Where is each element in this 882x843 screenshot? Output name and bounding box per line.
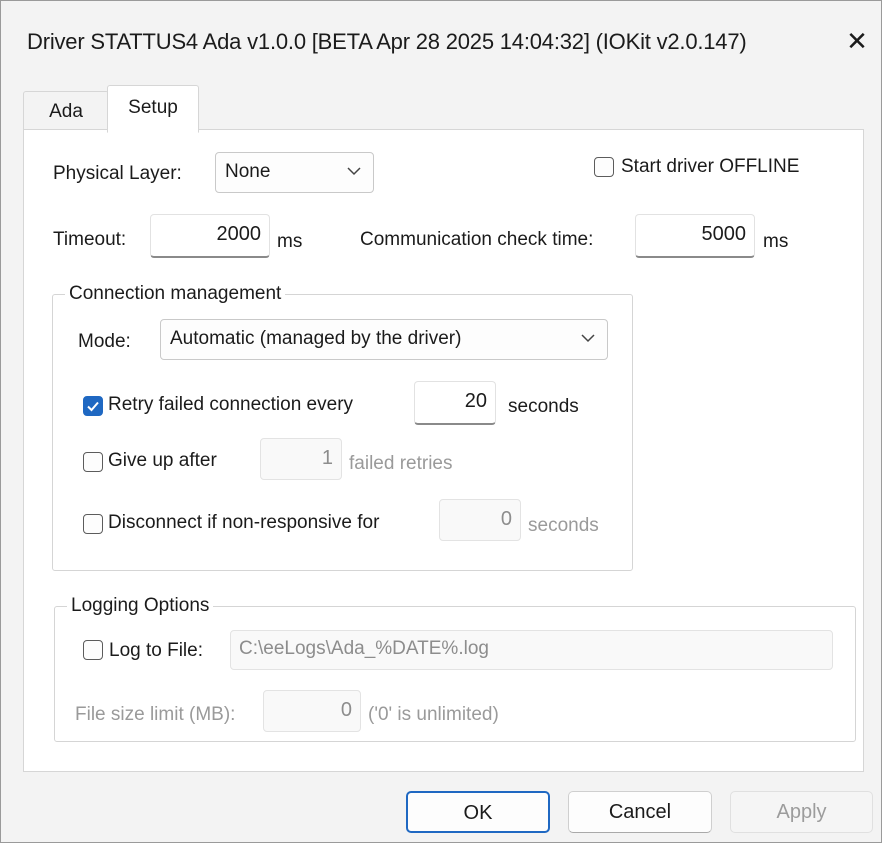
disconnect-timeout-input[interactable]: 0 [439, 499, 521, 541]
physical-layer-label: Physical Layer: [53, 163, 182, 184]
physical-layer-select[interactable]: None [215, 152, 374, 193]
disconnect-unit: seconds [528, 515, 599, 536]
checkmark-icon [87, 401, 99, 412]
timeout-label: Timeout: [53, 229, 127, 250]
timeout-unit: ms [277, 231, 303, 252]
mode-value: Automatic (managed by the driver) [170, 328, 462, 349]
file-size-limit-input[interactable]: 0 [263, 690, 361, 732]
chevron-down-icon [581, 334, 595, 343]
window-title: Driver STATTUS4 Ada v1.0.0 [BETA Apr 28 … [27, 29, 747, 54]
ok-button[interactable]: OK [406, 791, 550, 833]
setup-panel: Physical Layer: None Start driver OFFLIN… [23, 129, 864, 772]
retry-interval-input[interactable]: 20 [414, 381, 496, 425]
apply-button[interactable]: Apply [730, 791, 873, 833]
cancel-button[interactable]: Cancel [568, 791, 712, 833]
comm-check-label: Communication check time: [360, 229, 594, 250]
start-offline-checkbox[interactable] [594, 157, 614, 177]
close-button[interactable]: ✕ [835, 19, 879, 63]
tab-ada[interactable]: Ada [23, 91, 109, 132]
retry-checkbox[interactable] [83, 396, 103, 416]
disconnect-label: Disconnect if non-responsive for [108, 512, 380, 533]
start-offline-label: Start driver OFFLINE [621, 156, 800, 177]
title-bar: Driver STATTUS4 Ada v1.0.0 [BETA Apr 28 … [1, 1, 881, 83]
retry-label: Retry failed connection every [108, 394, 354, 415]
give-up-retries-input[interactable]: 1 [260, 438, 342, 480]
connection-group-title: Connection management [65, 283, 286, 305]
physical-layer-value: None [225, 161, 271, 182]
log-path-input[interactable]: C:\eeLogs\Ada_%DATE%.log [230, 630, 833, 670]
connection-management-group: Connection management Mode: Automatic (m… [52, 283, 633, 571]
comm-check-input[interactable]: 5000 [635, 214, 755, 258]
file-size-limit-note: ('0' is unlimited) [368, 704, 499, 725]
driver-settings-dialog: Driver STATTUS4 Ada v1.0.0 [BETA Apr 28 … [0, 0, 882, 843]
timeout-input[interactable]: 2000 [150, 214, 270, 258]
tab-setup[interactable]: Setup [107, 85, 199, 133]
give-up-checkbox[interactable] [83, 452, 103, 472]
chevron-down-icon [347, 167, 361, 176]
log-to-file-label: Log to File: [109, 640, 203, 661]
logging-options-group: Logging Options Log to File: C:\eeLogs\A… [54, 595, 856, 742]
mode-label: Mode: [78, 331, 131, 352]
give-up-label: Give up after [108, 450, 217, 471]
retry-unit: seconds [508, 396, 579, 417]
logging-group-title: Logging Options [67, 595, 214, 617]
disconnect-checkbox[interactable] [83, 514, 103, 534]
comm-check-unit: ms [763, 231, 789, 252]
mode-select[interactable]: Automatic (managed by the driver) [160, 319, 608, 360]
close-icon: ✕ [846, 26, 868, 56]
give-up-unit: failed retries [349, 453, 453, 474]
file-size-limit-label: File size limit (MB): [75, 704, 236, 725]
log-to-file-checkbox[interactable] [83, 640, 103, 660]
